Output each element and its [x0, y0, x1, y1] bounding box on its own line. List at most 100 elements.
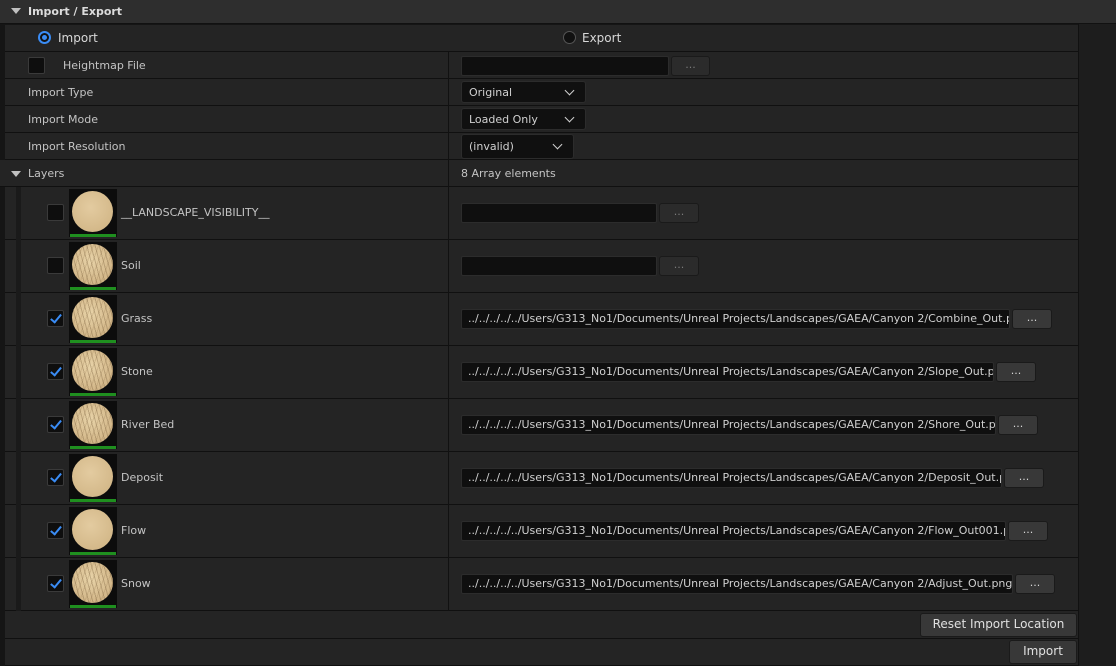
layer-path-input[interactable]: ../../../../../Users/G313_No1/Documents/…: [461, 468, 1002, 488]
layer-indent-guide: [16, 505, 21, 558]
import-mode-dropdown[interactable]: Loaded Only: [461, 108, 586, 130]
layer-thumbnail-image: [72, 509, 113, 550]
layer-path-input[interactable]: [461, 203, 657, 223]
import-resolution-value: (invalid): [469, 140, 514, 153]
layer-row: River Bed ../../../../../Users/G313_No1/…: [5, 399, 1078, 452]
layer-thumbnail-image: [72, 244, 113, 285]
layer-checkbox[interactable]: [47, 204, 64, 221]
chevron-down-icon: [552, 139, 563, 150]
layer-checkbox[interactable]: [47, 310, 64, 327]
heightmap-label: Heightmap File: [63, 59, 146, 72]
layer-thumbnail-image: [72, 456, 113, 497]
layers-count: 8 Array elements: [461, 167, 556, 180]
layer-browse-button[interactable]: ...: [1008, 521, 1048, 541]
layer-indent-guide: [16, 293, 21, 346]
layer-thumbnail-bar: [70, 393, 116, 396]
layer-name: Grass: [121, 312, 153, 325]
layer-name: Snow: [121, 577, 151, 590]
layer-path-input[interactable]: ../../../../../Users/G313_No1/Documents/…: [461, 521, 1006, 541]
layer-thumbnail-bar: [70, 446, 116, 449]
layer-row: Grass ../../../../../Users/G313_No1/Docu…: [5, 293, 1078, 346]
layer-indent-guide: [16, 558, 21, 611]
layer-row: Flow ../../../../../Users/G313_No1/Docum…: [5, 505, 1078, 558]
layer-row: __LANDSCAPE_VISIBILITY__ ...: [5, 187, 1078, 240]
import-radio-label[interactable]: Import: [58, 31, 98, 45]
export-radio[interactable]: [563, 31, 576, 44]
layer-browse-button[interactable]: ...: [659, 256, 699, 276]
heightmap-row: Heightmap File ...: [5, 52, 1078, 79]
layer-thumbnail-bar: [70, 234, 116, 237]
layer-thumbnail-image: [72, 562, 113, 603]
layer-thumbnail: [69, 189, 117, 237]
layer-indent-guide: [16, 240, 21, 293]
layer-checkbox[interactable]: [47, 363, 64, 380]
mode-row: Import Export: [5, 25, 1078, 52]
layer-name: Soil: [121, 259, 141, 272]
export-radio-label[interactable]: Export: [582, 31, 621, 45]
layer-thumbnail-bar: [70, 605, 116, 608]
layer-browse-button[interactable]: ...: [1012, 309, 1052, 329]
layer-checkbox[interactable]: [47, 469, 64, 486]
layer-thumbnail: [69, 454, 117, 502]
layer-thumbnail: [69, 401, 117, 449]
layer-browse-button[interactable]: ...: [998, 415, 1038, 435]
collapse-arrow-icon[interactable]: [11, 171, 21, 177]
layer-name: Deposit: [121, 471, 164, 484]
section-header[interactable]: Import / Export: [0, 0, 1116, 24]
section-title: Import / Export: [28, 5, 123, 18]
layer-checkbox[interactable]: [47, 416, 64, 433]
heightmap-path-input[interactable]: [461, 56, 669, 76]
import-resolution-label: Import Resolution: [28, 140, 126, 153]
import-action-row: Import: [5, 639, 1078, 666]
layer-indent-guide: [16, 187, 21, 240]
layer-name: __LANDSCAPE_VISIBILITY__: [121, 206, 270, 219]
layer-thumbnail-image: [72, 191, 113, 232]
reset-import-location-button[interactable]: Reset Import Location: [920, 613, 1077, 637]
layer-path-input[interactable]: ../../../../../Users/G313_No1/Documents/…: [461, 309, 1010, 329]
layers-header-row[interactable]: Layers 8 Array elements: [0, 160, 1078, 187]
layer-row: Deposit ../../../../../Users/G313_No1/Do…: [5, 452, 1078, 505]
layer-checkbox[interactable]: [47, 575, 64, 592]
layer-path-input[interactable]: ../../../../../Users/G313_No1/Documents/…: [461, 574, 1013, 594]
layers-label: Layers: [28, 167, 65, 180]
chevron-down-icon: [564, 85, 575, 96]
layer-row: Stone ../../../../../Users/G313_No1/Docu…: [5, 346, 1078, 399]
layer-name: River Bed: [121, 418, 175, 431]
layer-thumbnail-image: [72, 297, 113, 338]
import-mode-value: Loaded Only: [469, 113, 538, 126]
layer-browse-button[interactable]: ...: [659, 203, 699, 223]
import-resolution-row: Import Resolution (invalid): [5, 133, 1078, 160]
layer-name: Stone: [121, 365, 153, 378]
layer-path-input[interactable]: ../../../../../Users/G313_No1/Documents/…: [461, 415, 996, 435]
layer-browse-button[interactable]: ...: [996, 362, 1036, 382]
layer-thumbnail-bar: [70, 499, 116, 502]
layer-thumbnail-bar: [70, 340, 116, 343]
layer-thumbnail-image: [72, 403, 113, 444]
heightmap-checkbox[interactable]: [28, 57, 45, 74]
layer-thumbnail: [69, 348, 117, 396]
layer-path-input[interactable]: ../../../../../Users/G313_No1/Documents/…: [461, 362, 994, 382]
layer-thumbnail: [69, 560, 117, 608]
layer-checkbox[interactable]: [47, 257, 64, 274]
import-type-dropdown[interactable]: Original: [461, 81, 586, 103]
import-resolution-dropdown[interactable]: (invalid): [461, 134, 574, 159]
layer-thumbnail: [69, 242, 117, 290]
column-divider: [448, 52, 449, 611]
import-type-value: Original: [469, 86, 513, 99]
import-mode-row: Import Mode Loaded Only: [5, 106, 1078, 133]
layer-thumbnail-image: [72, 350, 113, 391]
layer-browse-button[interactable]: ...: [1015, 574, 1055, 594]
layer-path-input[interactable]: [461, 256, 657, 276]
layer-row: Soil ...: [5, 240, 1078, 293]
heightmap-browse-button[interactable]: ...: [671, 56, 710, 76]
layer-thumbnail: [69, 295, 117, 343]
import-radio[interactable]: [38, 31, 51, 44]
layer-checkbox[interactable]: [47, 522, 64, 539]
layer-thumbnail-bar: [70, 287, 116, 290]
import-button[interactable]: Import: [1009, 640, 1077, 664]
layer-thumbnail-bar: [70, 552, 116, 555]
collapse-arrow-icon[interactable]: [11, 8, 21, 14]
layer-indent-guide: [16, 452, 21, 505]
layer-thumbnail: [69, 507, 117, 555]
layer-browse-button[interactable]: ...: [1004, 468, 1044, 488]
